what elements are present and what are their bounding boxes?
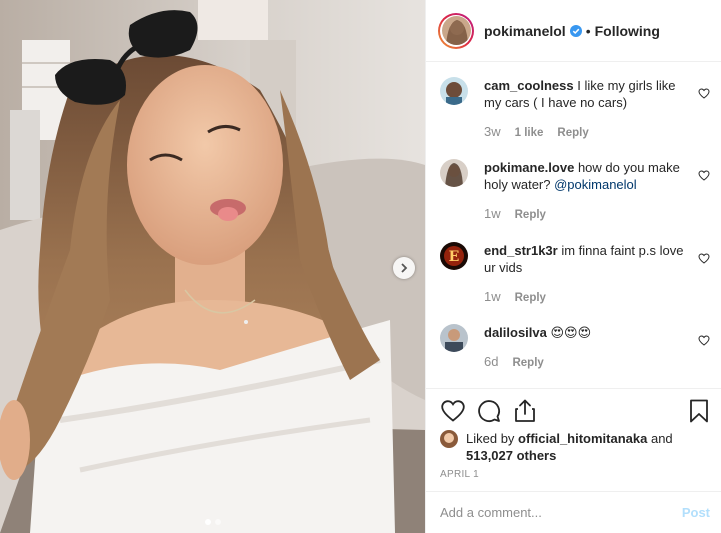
share-icon[interactable]	[512, 398, 538, 424]
post-header: pokimanelol • Following	[426, 0, 721, 62]
following-button[interactable]: Following	[595, 23, 660, 39]
comment-time[interactable]: 1w	[484, 288, 501, 305]
comment-meta: 3w 1 like Reply	[484, 123, 686, 142]
comment-item: pokimane.love how do you make holy water…	[440, 159, 710, 224]
comment-meta: 1w Reply	[484, 205, 686, 224]
comment-text: 😍😍😍	[550, 325, 592, 340]
comment-username[interactable]: dalilosilva	[484, 325, 547, 340]
comments-list[interactable]: cam_coolness I like my girls like my car…	[426, 63, 721, 388]
bookmark-icon[interactable]	[686, 398, 712, 424]
post-comment-button[interactable]: Post	[682, 505, 710, 520]
liked-by-prefix: Liked by	[466, 431, 519, 446]
comment-input[interactable]	[440, 505, 682, 520]
post-side-panel: pokimanelol • Following cam_coolness I l…	[425, 0, 721, 533]
add-comment-bar: Post	[426, 491, 721, 533]
comment-mention-link[interactable]: @pokimanelol	[554, 177, 637, 192]
comment-username[interactable]: end_str1k3r	[484, 243, 558, 258]
like-comment-heart-icon[interactable]	[698, 251, 710, 267]
liker-avatar[interactable]	[440, 430, 458, 448]
carousel-dot	[214, 519, 221, 525]
instagram-post: pokimanelol • Following cam_coolness I l…	[0, 0, 721, 533]
liked-by-summary: Liked by official_hitomitanaka and 513,0…	[440, 430, 710, 464]
commenter-avatar[interactable]	[440, 324, 468, 352]
comment-likes[interactable]: 1 like	[515, 125, 544, 142]
comment-item: E end_str1k3r im finna faint p.s love ur…	[440, 242, 710, 307]
chevron-right-icon	[401, 263, 408, 273]
reply-button[interactable]: Reply	[557, 125, 588, 142]
section-divider	[426, 388, 721, 389]
carousel-indicator	[0, 519, 425, 525]
comment-meta: 1w Reply	[484, 288, 686, 307]
like-comment-heart-icon[interactable]	[698, 168, 710, 184]
post-photo[interactable]	[0, 0, 425, 533]
commenter-avatar[interactable]	[440, 159, 468, 187]
like-comment-heart-icon[interactable]	[698, 333, 710, 349]
reply-button[interactable]: Reply	[515, 290, 546, 307]
post-action-bar	[440, 398, 710, 424]
comment-time[interactable]: 1w	[484, 205, 501, 222]
liked-by-conjunction: and	[647, 431, 673, 446]
carousel-next-button[interactable]	[393, 257, 415, 279]
comment-time[interactable]: 6d	[484, 353, 498, 370]
like-heart-icon[interactable]	[440, 398, 466, 424]
reply-button[interactable]: Reply	[512, 355, 543, 372]
comment-username[interactable]: cam_coolness	[484, 78, 574, 93]
likes-count[interactable]: 513,027 others	[466, 448, 556, 463]
comment-time[interactable]: 3w	[484, 123, 501, 140]
photo-illustration	[0, 0, 425, 533]
reply-button[interactable]: Reply	[515, 207, 546, 224]
carousel-dot	[204, 519, 211, 525]
like-comment-heart-icon[interactable]	[698, 86, 710, 102]
comment-username[interactable]: pokimane.love	[484, 160, 574, 175]
comment-item: cam_coolness I like my girls like my car…	[440, 77, 710, 142]
author-username[interactable]: pokimanelol	[484, 23, 566, 39]
verified-badge-icon	[569, 24, 582, 37]
comment-meta: 6d Reply	[484, 353, 686, 372]
commenter-avatar[interactable]	[440, 77, 468, 105]
author-avatar[interactable]	[438, 12, 474, 49]
header-separator: •	[585, 22, 591, 39]
avatar-image	[441, 16, 471, 45]
liked-by-user[interactable]: official_hitomitanaka	[518, 431, 647, 446]
commenter-avatar[interactable]: E	[440, 242, 468, 270]
comment-bubble-icon[interactable]	[476, 398, 502, 424]
post-date[interactable]: APRIL 1	[440, 469, 479, 480]
svg-text:E: E	[449, 249, 460, 265]
comment-item: dalilosilva 😍😍😍 6d Reply	[440, 324, 710, 372]
